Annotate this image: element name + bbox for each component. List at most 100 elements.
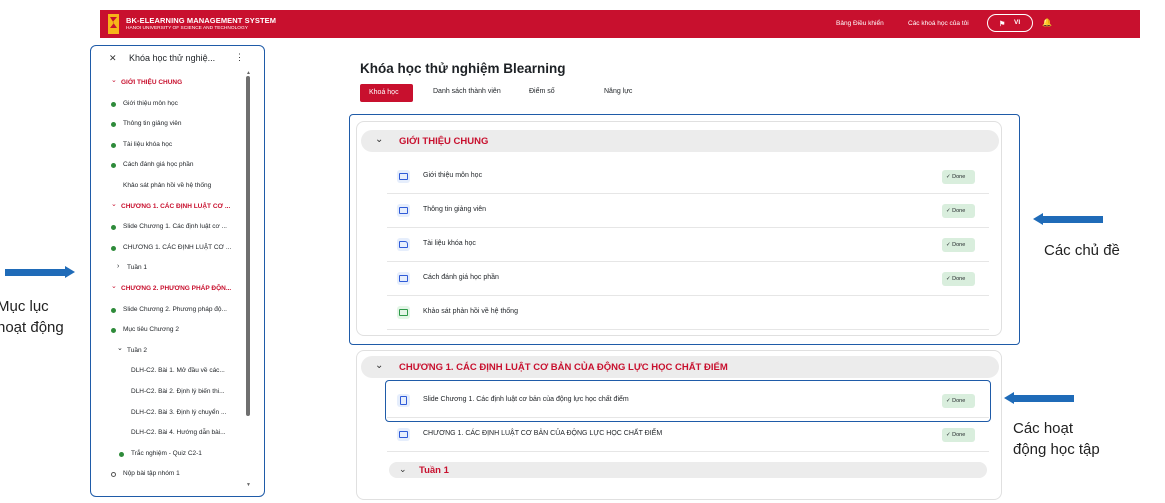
completion-dot-icon [111,328,116,334]
chevron-down-icon[interactable]: ⌄ [111,200,117,208]
scrollbar[interactable] [246,76,250,416]
done-badge[interactable]: ✓ Done [942,428,975,442]
brand-title: BK-ELEARNING MANAGEMENT SYSTEM [126,16,277,25]
incomplete-circle-icon [111,472,116,478]
subsection-header[interactable]: ⌄ Tuần 1 [389,462,987,478]
course-index-label: Tài liệu khóa học [123,140,173,148]
course-index-label: Thông tin giảng viên [123,120,182,128]
chevron-down-icon[interactable]: ⌄ [399,464,407,475]
arrow-left-icon [1004,392,1074,405]
tab-grades[interactable]: Điểm số [529,88,555,95]
course-index-item[interactable]: Tài liệu khóa học [91,136,241,156]
tab-competencies[interactable]: Năng lực [604,88,632,95]
course-index-section[interactable]: ⌄ CHƯƠNG 1. CÁC ĐỊNH LUẬT CƠ ... [91,198,241,218]
course-index-item[interactable]: CHƯƠNG 1. CÁC ĐỊNH LUẬT CƠ ... [91,239,241,259]
course-index-label: CHƯƠNG 2. PHƯƠNG PHÁP ĐỘN... [121,285,232,292]
course-index-section[interactable]: ⌄ CHƯƠNG 2. PHƯƠNG PHÁP ĐỘN... [91,280,241,300]
course-index-label: Slide Chương 1. Các định luật cơ ... [123,223,227,231]
section-title: CHƯƠNG 1. CÁC ĐỊNH LUẬT CƠ BẢN CỦA ĐỘNG … [399,362,728,373]
course-index-item[interactable]: Khảo sát phản hồi về hệ thống [91,177,241,197]
completion-dot-icon [119,451,124,457]
course-index-label: GIỚI THIỆU CHUNG [121,79,183,86]
brand-subtitle: HANOI UNIVERSITY OF SCIENCE AND TECHNOLO… [126,26,248,31]
completion-dot-icon [111,122,116,128]
course-index-item[interactable]: DLH-C2. Bài 2. Định lý biến thi... [91,383,241,403]
drawer-title: Khóa học thử nghiệ... [129,53,216,63]
course-index-item[interactable]: DLH-C2. Bài 3. Định lý chuyển ... [91,404,241,424]
chevron-right-icon[interactable]: › [117,263,119,270]
top-navbar: BK-ELEARNING MANAGEMENT SYSTEM HANOI UNI… [100,10,1140,38]
annotation-line: Các hoạt [1013,420,1074,437]
completion-dot-icon [111,225,116,231]
completion-dot-icon [111,101,116,107]
done-badge-label: ✓ Done [946,432,966,438]
course-index-item[interactable]: Mục tiêu Chương 2 [91,321,241,341]
completion-dot-icon [111,142,116,148]
language-label: VI [1014,19,1021,26]
subsection-title: Tuần 1 [419,465,449,476]
section-card-chapter-1: ⌄ CHƯƠNG 1. CÁC ĐỊNH LUẬT CƠ BẢN CỦA ĐỘN… [356,350,1002,500]
completion-dot-icon [111,245,116,251]
course-index-label: Nộp bài tập nhóm 1 [123,470,180,478]
activity-name[interactable]: CHƯƠNG 1. CÁC ĐỊNH LUẬT CƠ BẢN CỦA ĐỘNG … [423,430,662,437]
course-index-label: Khảo sát phản hồi về hệ thống [123,182,212,189]
tab-participants[interactable]: Danh sách thành viên [433,88,501,95]
course-index-label: Tuần 1 [127,264,147,272]
course-title: Khóa học thử nghiệm Blearning [360,61,566,76]
course-index-label: CHƯƠNG 1. CÁC ĐỊNH LUẬT CƠ ... [123,243,232,251]
section-header[interactable]: ⌄ CHƯƠNG 1. CÁC ĐỊNH LUẬT CƠ BẢN CỦA ĐỘN… [361,356,999,378]
course-index-label: Mục tiêu Chương 2 [123,326,179,334]
page-icon-glyph [399,431,408,438]
annotation-course-index: Mục lục hoạt động [0,296,64,338]
course-index-label: Trắc nghiệm - Quiz C2-1 [131,449,202,457]
chevron-down-icon[interactable]: ⌄ [375,360,383,371]
course-index-item[interactable]: Slide Chương 2. Phương pháp độ... [91,301,241,321]
course-index-subsection[interactable]: ⌄ Tuần 2 [91,342,241,362]
course-index-item[interactable]: Thông tin giảng viên [91,115,241,135]
course-index-item[interactable]: Cách đánh giá học phần [91,156,241,176]
chevron-down-icon[interactable]: ⌄ [111,76,117,84]
course-index-label: DLH-C2. Bài 3. Định lý chuyển ... [131,408,227,416]
course-index-label: Slide Chương 2. Phương pháp độ... [123,305,227,313]
tab-course-label: Khoá học [369,89,399,96]
annotation-line: động học tập [1013,441,1100,458]
arrow-left-icon [1033,213,1103,226]
close-icon[interactable]: ✕ [109,53,117,64]
course-index-item[interactable]: Trắc nghiệm - Quiz C2-1 [91,445,241,465]
course-index-label: DLH-C2. Bài 2. Định lý biến thi... [131,388,225,395]
tab-course[interactable]: Khoá học [360,84,413,102]
topics-highlight-box [349,114,1020,345]
course-index-label: Tuần 2 [127,346,147,354]
completion-dot-icon [111,163,116,169]
course-index-label: Cách đánh giá học phần [123,161,194,169]
course-index-label: DLH-C2. Bài 4. Hướng dẫn bài... [131,429,226,437]
annotation-topics: Các chủ đề [1044,242,1120,259]
course-index-item[interactable]: Giới thiệu môn học [91,95,241,115]
course-index-item[interactable]: DLH-C2. Bài 1. Mở đầu về các... [91,362,241,382]
annotation-line: hoạt động [0,319,64,336]
course-index-subsection[interactable]: › Tuần 1 [91,259,241,279]
course-index-section[interactable]: ⌄ GIỚI THIỆU CHUNG [91,74,241,94]
course-index-label: CHƯƠNG 1. CÁC ĐỊNH LUẬT CƠ ... [121,202,231,210]
course-index-item[interactable]: Slide Chương 1. Các định luật cơ ... [91,218,241,238]
nav-link-dashboard[interactable]: Bảng Điều khiển [836,20,884,27]
chevron-down-icon[interactable]: ⌄ [111,282,117,290]
chevron-down-icon[interactable]: ⌄ [117,344,123,352]
scroll-down-icon[interactable]: ▼ [246,482,251,488]
bell-icon[interactable]: 🔔 [1042,18,1052,27]
activities-highlight-box [385,380,991,422]
arrow-right-icon [5,266,75,279]
activity-row[interactable]: CHƯƠNG 1. CÁC ĐỊNH LUẬT CƠ BẢN CỦA ĐỘNG … [387,418,989,452]
course-index-drawer: ✕ Khóa học thử nghiệ... ⋮ ▲ ▼ ⌄ GIỚI THIỆ… [90,45,265,497]
completion-dot-icon [111,307,116,313]
page-icon [397,428,410,441]
course-index-item[interactable]: DLH-C2. Bài 4. Hướng dẫn bài... [91,424,241,444]
language-selector[interactable]: ⚑ VI [987,14,1033,32]
course-index-item[interactable]: Nộp bài tập nhóm 1 [91,465,241,485]
drawer-header: ✕ Khóa học thử nghiệ... ⋮ [91,46,264,72]
flag-icon: ⚑ [999,21,1006,28]
more-options-icon[interactable]: ⋮ [235,52,244,63]
course-index-label: DLH-C2. Bài 1. Mở đầu về các... [131,367,225,375]
nav-link-my-courses[interactable]: Các khoá học của tôi [908,20,969,27]
university-logo[interactable] [108,14,119,34]
